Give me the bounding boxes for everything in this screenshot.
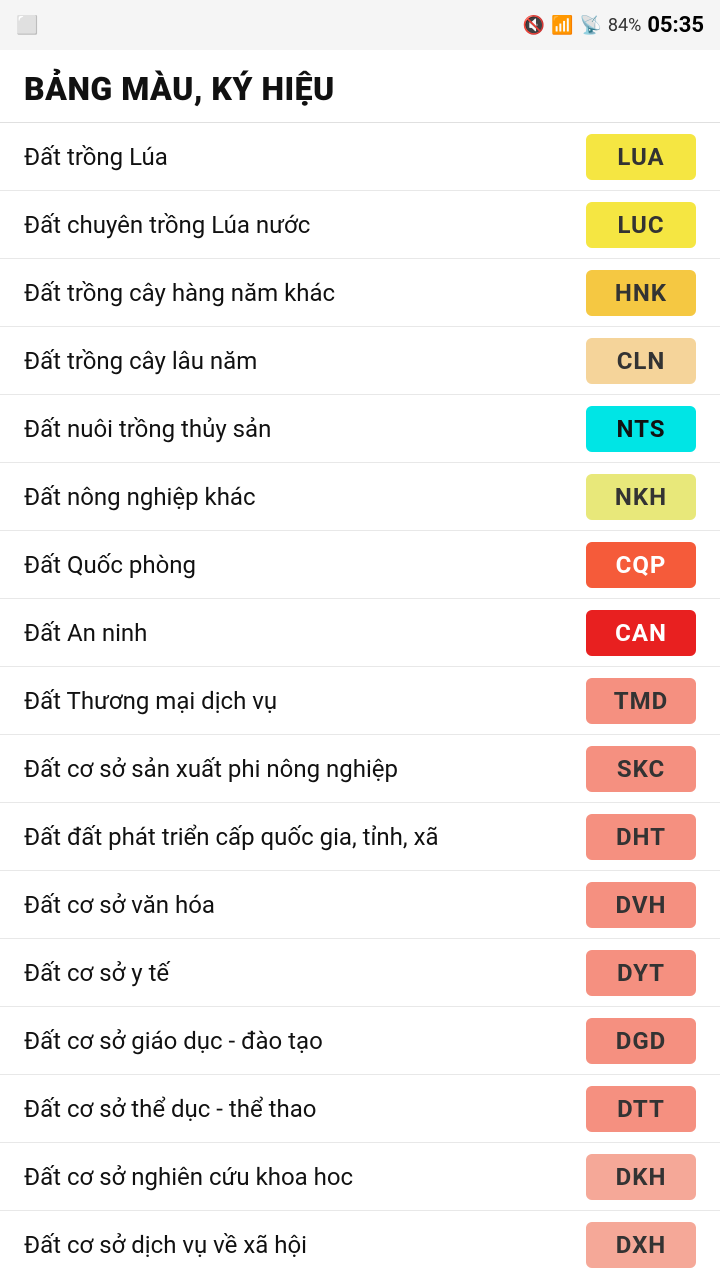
list-item: Đất cơ sở sản xuất phi nông nghiệpSKC bbox=[0, 735, 720, 803]
mute-icon: 🔇 bbox=[523, 15, 545, 36]
item-label: Đất Quốc phòng bbox=[24, 551, 586, 579]
item-label: Đất cơ sở y tế bbox=[24, 959, 586, 987]
list-item: Đất trồng cây hàng năm khácHNK bbox=[0, 259, 720, 327]
item-label: Đất trồng Lúa bbox=[24, 143, 586, 171]
item-badge: SKC bbox=[586, 746, 696, 792]
item-label: Đất trồng cây hàng năm khác bbox=[24, 279, 586, 307]
item-badge: DKH bbox=[586, 1154, 696, 1200]
item-badge: DYT bbox=[586, 950, 696, 996]
item-label: Đất cơ sở dịch vụ về xã hội bbox=[24, 1231, 586, 1259]
list-item: Đất chuyên trồng Lúa nướcLUC bbox=[0, 191, 720, 259]
page-header: BẢNG MÀU, KÝ HIỆU bbox=[0, 50, 720, 123]
list-item: Đất cơ sở văn hóaDVH bbox=[0, 871, 720, 939]
battery-icon: 84% bbox=[608, 15, 641, 36]
gallery-icon: ⬜ bbox=[16, 15, 38, 36]
item-label: Đất cơ sở văn hóa bbox=[24, 891, 586, 919]
item-label: Đất cơ sở sản xuất phi nông nghiệp bbox=[24, 755, 586, 783]
list-item: Đất cơ sở thể dục - thể thaoDTT bbox=[0, 1075, 720, 1143]
item-badge: DXH bbox=[586, 1222, 696, 1268]
item-badge: NKH bbox=[586, 474, 696, 520]
item-label: Đất đất phát triển cấp quốc gia, tỉnh, x… bbox=[24, 823, 586, 851]
status-icons: 🔇 📶 📡 84% 05:35 bbox=[523, 13, 704, 38]
item-label: Đất cơ sở thể dục - thể thao bbox=[24, 1095, 586, 1123]
page-title: BẢNG MÀU, KÝ HIỆU bbox=[24, 70, 696, 108]
signal-icon: 📡 bbox=[579, 15, 601, 36]
list-item: Đất đất phát triển cấp quốc gia, tỉnh, x… bbox=[0, 803, 720, 871]
list-item: Đất Thương mại dịch vụTMD bbox=[0, 667, 720, 735]
list-item: Đất nông nghiệp khácNKH bbox=[0, 463, 720, 531]
item-badge: DVH bbox=[586, 882, 696, 928]
item-label: Đất trồng cây lâu năm bbox=[24, 347, 586, 375]
item-label: Đất An ninh bbox=[24, 619, 586, 647]
item-badge: LUC bbox=[586, 202, 696, 248]
list-item: Đất cơ sở nghiên cứu khoa hocDKH bbox=[0, 1143, 720, 1211]
list-item: Đất cơ sở dịch vụ về xã hộiDXH bbox=[0, 1211, 720, 1279]
item-label: Đất cơ sở nghiên cứu khoa hoc bbox=[24, 1163, 586, 1191]
list-item: Đất nuôi trồng thủy sảnNTS bbox=[0, 395, 720, 463]
item-label: Đất chuyên trồng Lúa nước bbox=[24, 211, 586, 239]
status-bar: ⬜ 🔇 📶 📡 84% 05:35 bbox=[0, 0, 720, 50]
list-item: Đất cơ sở y tếDYT bbox=[0, 939, 720, 1007]
item-badge: TMD bbox=[586, 678, 696, 724]
item-badge: DTT bbox=[586, 1086, 696, 1132]
item-badge: NTS bbox=[586, 406, 696, 452]
item-badge: DHT bbox=[586, 814, 696, 860]
list-item: Đất trồng LúaLUA bbox=[0, 123, 720, 191]
item-label: Đất Thương mại dịch vụ bbox=[24, 687, 586, 715]
item-badge: CLN bbox=[586, 338, 696, 384]
item-badge: CQP bbox=[586, 542, 696, 588]
list-item: Đất An ninhCAN bbox=[0, 599, 720, 667]
item-label: Đất cơ sở giáo dục - đào tạo bbox=[24, 1027, 586, 1055]
item-label: Đất nuôi trồng thủy sản bbox=[24, 415, 586, 443]
item-badge: DGD bbox=[586, 1018, 696, 1064]
item-badge: CAN bbox=[586, 610, 696, 656]
item-label: Đất nông nghiệp khác bbox=[24, 483, 586, 511]
list-item: Đất Quốc phòngCQP bbox=[0, 531, 720, 599]
list-item: Đất cơ sở giáo dục - đào tạoDGD bbox=[0, 1007, 720, 1075]
item-badge: HNK bbox=[586, 270, 696, 316]
item-badge: LUA bbox=[586, 134, 696, 180]
status-time: 05:35 bbox=[647, 13, 704, 38]
list-item: Đất trồng cây lâu nămCLN bbox=[0, 327, 720, 395]
wifi-icon: 📶 bbox=[551, 15, 573, 36]
legend-list: Đất trồng LúaLUAĐất chuyên trồng Lúa nướ… bbox=[0, 123, 720, 1279]
